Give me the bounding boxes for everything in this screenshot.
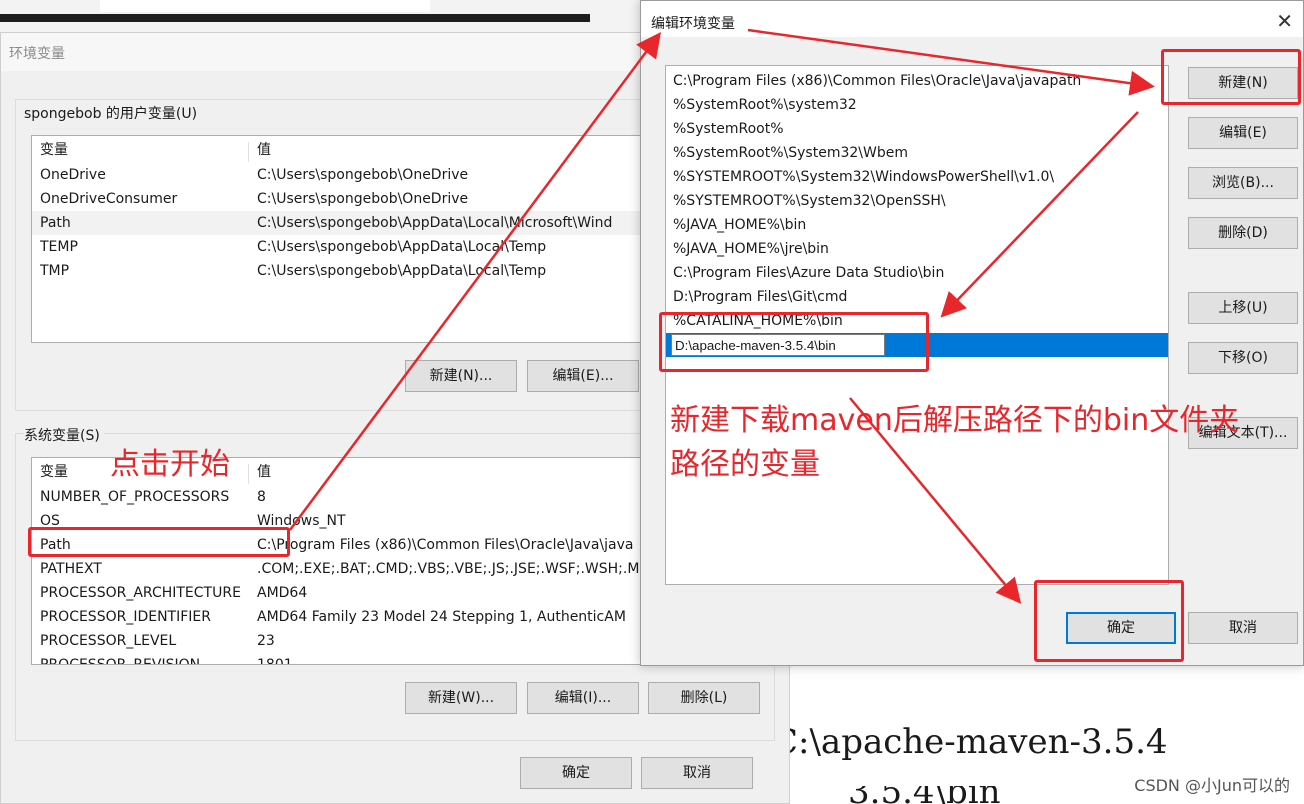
system-edit-button[interactable]: 编辑(I)...: [527, 682, 639, 714]
table-row[interactable]: OneDriveConsumer C:\Users\spongebob\OneD…: [32, 187, 640, 211]
row-name: PROCESSOR_ARCHITECTURE: [40, 585, 241, 601]
row-name: TEMP: [40, 239, 78, 255]
row-value: C:\Users\spongebob\OneDrive: [257, 167, 469, 183]
row-value: 23: [257, 633, 275, 649]
table-row[interactable]: PROCESSOR_IDENTIFIER AMD64 Family 23 Mod…: [32, 605, 640, 629]
env-cancel-button[interactable]: 取消: [641, 757, 753, 789]
row-value: .COM;.EXE;.BAT;.CMD;.VBS;.VBE;.JS;.JSE;.…: [257, 561, 640, 577]
table-row[interactable]: TMP C:\Users\spongebob\AppData\Local\Tem…: [32, 259, 640, 283]
list-item[interactable]: D:\Program Files\Git\cmd: [666, 285, 1168, 309]
table-row[interactable]: NUMBER_OF_PROCESSORS 8: [32, 485, 640, 509]
row-value: AMD64: [257, 585, 308, 601]
table-row[interactable]: Path C:\Users\spongebob\AppData\Local\Mi…: [32, 211, 640, 235]
column-header-variable[interactable]: 变量: [40, 460, 68, 484]
annotation-instruction-line1: 新建下载maven后解压路径下的bin文件夹: [670, 403, 1240, 438]
table-row[interactable]: PATHEXT .COM;.EXE;.BAT;.CMD;.VBS;.VBE;.J…: [32, 557, 640, 581]
list-item[interactable]: %SystemRoot%\system32: [666, 93, 1168, 117]
system-new-button[interactable]: 新建(W)...: [405, 682, 517, 714]
row-value: C:\Program Files (x86)\Common Files\Orac…: [257, 537, 634, 553]
row-name: Path: [40, 215, 71, 231]
row-name: PROCESSOR_REVISION: [40, 657, 201, 665]
highlight-new-button: [1161, 49, 1301, 105]
watermark: CSDN @小Jun可以的: [1134, 776, 1290, 795]
edit-dialog-title: 编辑环境变量: [651, 16, 735, 32]
table-row[interactable]: TEMP C:\Users\spongebob\AppData\Local\Te…: [32, 235, 640, 259]
background-text-line2: 3.5.4\bin: [848, 786, 1001, 804]
close-icon[interactable]: ✕: [1276, 9, 1293, 33]
row-value: C:\Users\spongebob\AppData\Local\Microso…: [257, 215, 613, 231]
row-name: PATHEXT: [40, 561, 102, 577]
table-row[interactable]: PROCESSOR_REVISION 1801: [32, 653, 640, 665]
row-name: PROCESSOR_LEVEL: [40, 633, 177, 649]
system-variables-list[interactable]: 变量 值 NUMBER_OF_PROCESSORS 8 OS Windows_N…: [31, 457, 641, 665]
column-header-variable[interactable]: 变量: [40, 138, 68, 162]
row-value: C:\Users\spongebob\OneDrive: [257, 191, 469, 207]
list-item[interactable]: %SystemRoot%: [666, 117, 1168, 141]
path-edit-button[interactable]: 编辑(E): [1188, 117, 1298, 149]
row-name: OneDrive: [40, 167, 106, 183]
row-name: NUMBER_OF_PROCESSORS: [40, 489, 230, 505]
list-item[interactable]: %SYSTEMROOT%\System32\OpenSSH\: [666, 189, 1168, 213]
list-item[interactable]: %SYSTEMROOT%\System32\WindowsPowerShell\…: [666, 165, 1168, 189]
row-value: AMD64 Family 23 Model 24 Stepping 1, Aut…: [257, 609, 626, 625]
table-row[interactable]: OneDrive C:\Users\spongebob\OneDrive: [32, 163, 640, 187]
user-edit-button[interactable]: 编辑(E)...: [527, 360, 639, 392]
highlight-new-entry: [659, 312, 929, 372]
column-separator: [248, 464, 249, 484]
row-value: 8: [257, 489, 266, 505]
highlight-path-row: [28, 527, 290, 557]
list-item[interactable]: C:\Program Files\Azure Data Studio\bin: [666, 261, 1168, 285]
edit-cancel-button[interactable]: 取消: [1188, 612, 1298, 644]
row-value: 1801: [257, 657, 293, 665]
list-item[interactable]: %JAVA_HOME%\jre\bin: [666, 237, 1168, 261]
user-new-button[interactable]: 新建(N)...: [405, 360, 517, 392]
list-item[interactable]: %JAVA_HOME%\bin: [666, 213, 1168, 237]
edit-titlebar: [641, 1, 1303, 37]
background-text-line1: C:\apache-maven-3.5.4: [772, 722, 1168, 762]
user-list-header: 变量 值: [32, 138, 640, 162]
list-item[interactable]: C:\Program Files (x86)\Common Files\Orac…: [666, 69, 1168, 93]
env-ok-button[interactable]: 确定: [520, 757, 632, 789]
path-browse-button[interactable]: 浏览(B)...: [1188, 167, 1298, 199]
highlight-ok-button: [1034, 580, 1184, 662]
column-header-value[interactable]: 值: [257, 460, 271, 484]
browser-tab: [100, 0, 430, 12]
env-window-title: 环境变量: [9, 46, 65, 62]
user-variables-label: spongebob 的用户变量(U): [24, 103, 202, 123]
system-delete-button[interactable]: 删除(L): [648, 682, 760, 714]
list-item[interactable]: %SystemRoot%\System32\Wbem: [666, 141, 1168, 165]
row-name: OneDriveConsumer: [40, 191, 178, 207]
column-separator: [248, 142, 249, 162]
move-down-button[interactable]: 下移(O): [1188, 342, 1298, 374]
path-delete-button[interactable]: 删除(D): [1188, 217, 1298, 249]
row-value: C:\Users\spongebob\AppData\Local\Temp: [257, 263, 547, 279]
table-row[interactable]: PROCESSOR_LEVEL 23: [32, 629, 640, 653]
annotation-click-start: 点击开始: [110, 447, 230, 482]
row-name: TMP: [40, 263, 70, 279]
user-variables-list[interactable]: 变量 值 OneDrive C:\Users\spongebob\OneDriv…: [31, 135, 641, 343]
system-variables-label: 系统变量(S): [24, 425, 104, 445]
column-header-value[interactable]: 值: [257, 138, 271, 162]
browser-bar: [0, 14, 590, 22]
annotation-instruction-line2: 路径的变量: [670, 447, 820, 482]
background-browser-strip: [0, 0, 640, 32]
table-row[interactable]: PROCESSOR_ARCHITECTURE AMD64: [32, 581, 640, 605]
row-value: C:\Users\spongebob\AppData\Local\Temp: [257, 239, 547, 255]
move-up-button[interactable]: 上移(U): [1188, 292, 1298, 324]
row-name: PROCESSOR_IDENTIFIER: [40, 609, 211, 625]
